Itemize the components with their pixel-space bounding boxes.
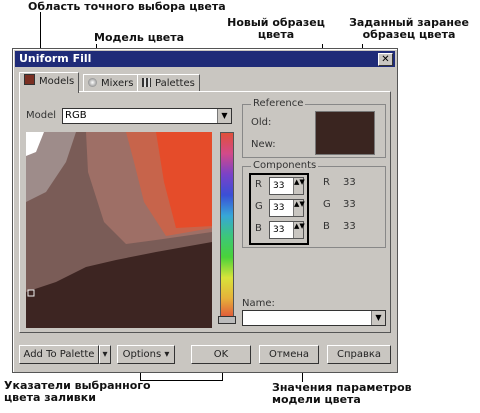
ok-button[interactable]: OK [191,345,251,364]
annotation-new-sample: Новый образец цвета [227,16,325,41]
g-input[interactable]: 33 ▲▼ [269,199,305,217]
component-box: R 33 ▲▼ G 33 ▲▼ B 33 ▲▼ [249,173,309,245]
model-label: Model [26,110,57,121]
model-select[interactable]: RGB ▼ [62,108,232,124]
hue-pointer[interactable] [218,316,236,324]
components-group: Components R 33 ▲▼ G 33 ▲▼ B 33 ▲▼ R 33 G 3… [242,160,386,248]
add-to-palette-dropdown[interactable]: ▾ [99,345,111,364]
tab-mixers[interactable]: Mixers [83,74,139,92]
annotation-params: Значения параметров модели цвета [272,381,412,406]
hue-slider[interactable] [220,132,234,320]
add-to-palette-button[interactable]: Add To Palette [19,345,99,364]
palettes-icon [142,78,151,87]
new-color-swatch [315,111,375,155]
r-input[interactable]: 33 ▲▼ [269,177,305,195]
b-input[interactable]: 33 ▲▼ [269,221,305,239]
help-button[interactable]: Справка [327,345,391,364]
annotation-preset-sample: Заданный заранее образец цвета [349,16,469,41]
close-button[interactable]: ✕ [378,53,393,66]
annotation-pointers: Указатели выбранного цвета заливки [4,379,151,404]
uniform-fill-dialog: Uniform Fill ✕ Models Mixers Palettes Mo… [12,48,398,373]
annotation-area: Область точного выбора цвета [28,0,226,13]
cancel-button[interactable]: Отмена [259,345,319,364]
chevron-down-icon: ▼ [217,109,231,123]
name-label: Name: [242,298,275,309]
name-select[interactable]: ▼ [242,310,386,326]
tab-palettes[interactable]: Palettes [137,74,200,92]
options-button[interactable]: Options ▾ [117,345,175,364]
mixers-icon [88,78,97,87]
title-bar: Uniform Fill ✕ [15,51,395,67]
annotation-model: Модель цвета [94,31,185,44]
reference-group: Reference Old: New: [242,98,386,158]
chevron-down-icon: ▼ [371,311,385,325]
color-field[interactable] [26,132,212,328]
models-icon [24,74,35,85]
models-pane: Model RGB ▼ Reference Old: New: Componen… [19,91,391,333]
dialog-title: Uniform Fill [19,52,92,65]
tab-models[interactable]: Models [19,72,80,93]
